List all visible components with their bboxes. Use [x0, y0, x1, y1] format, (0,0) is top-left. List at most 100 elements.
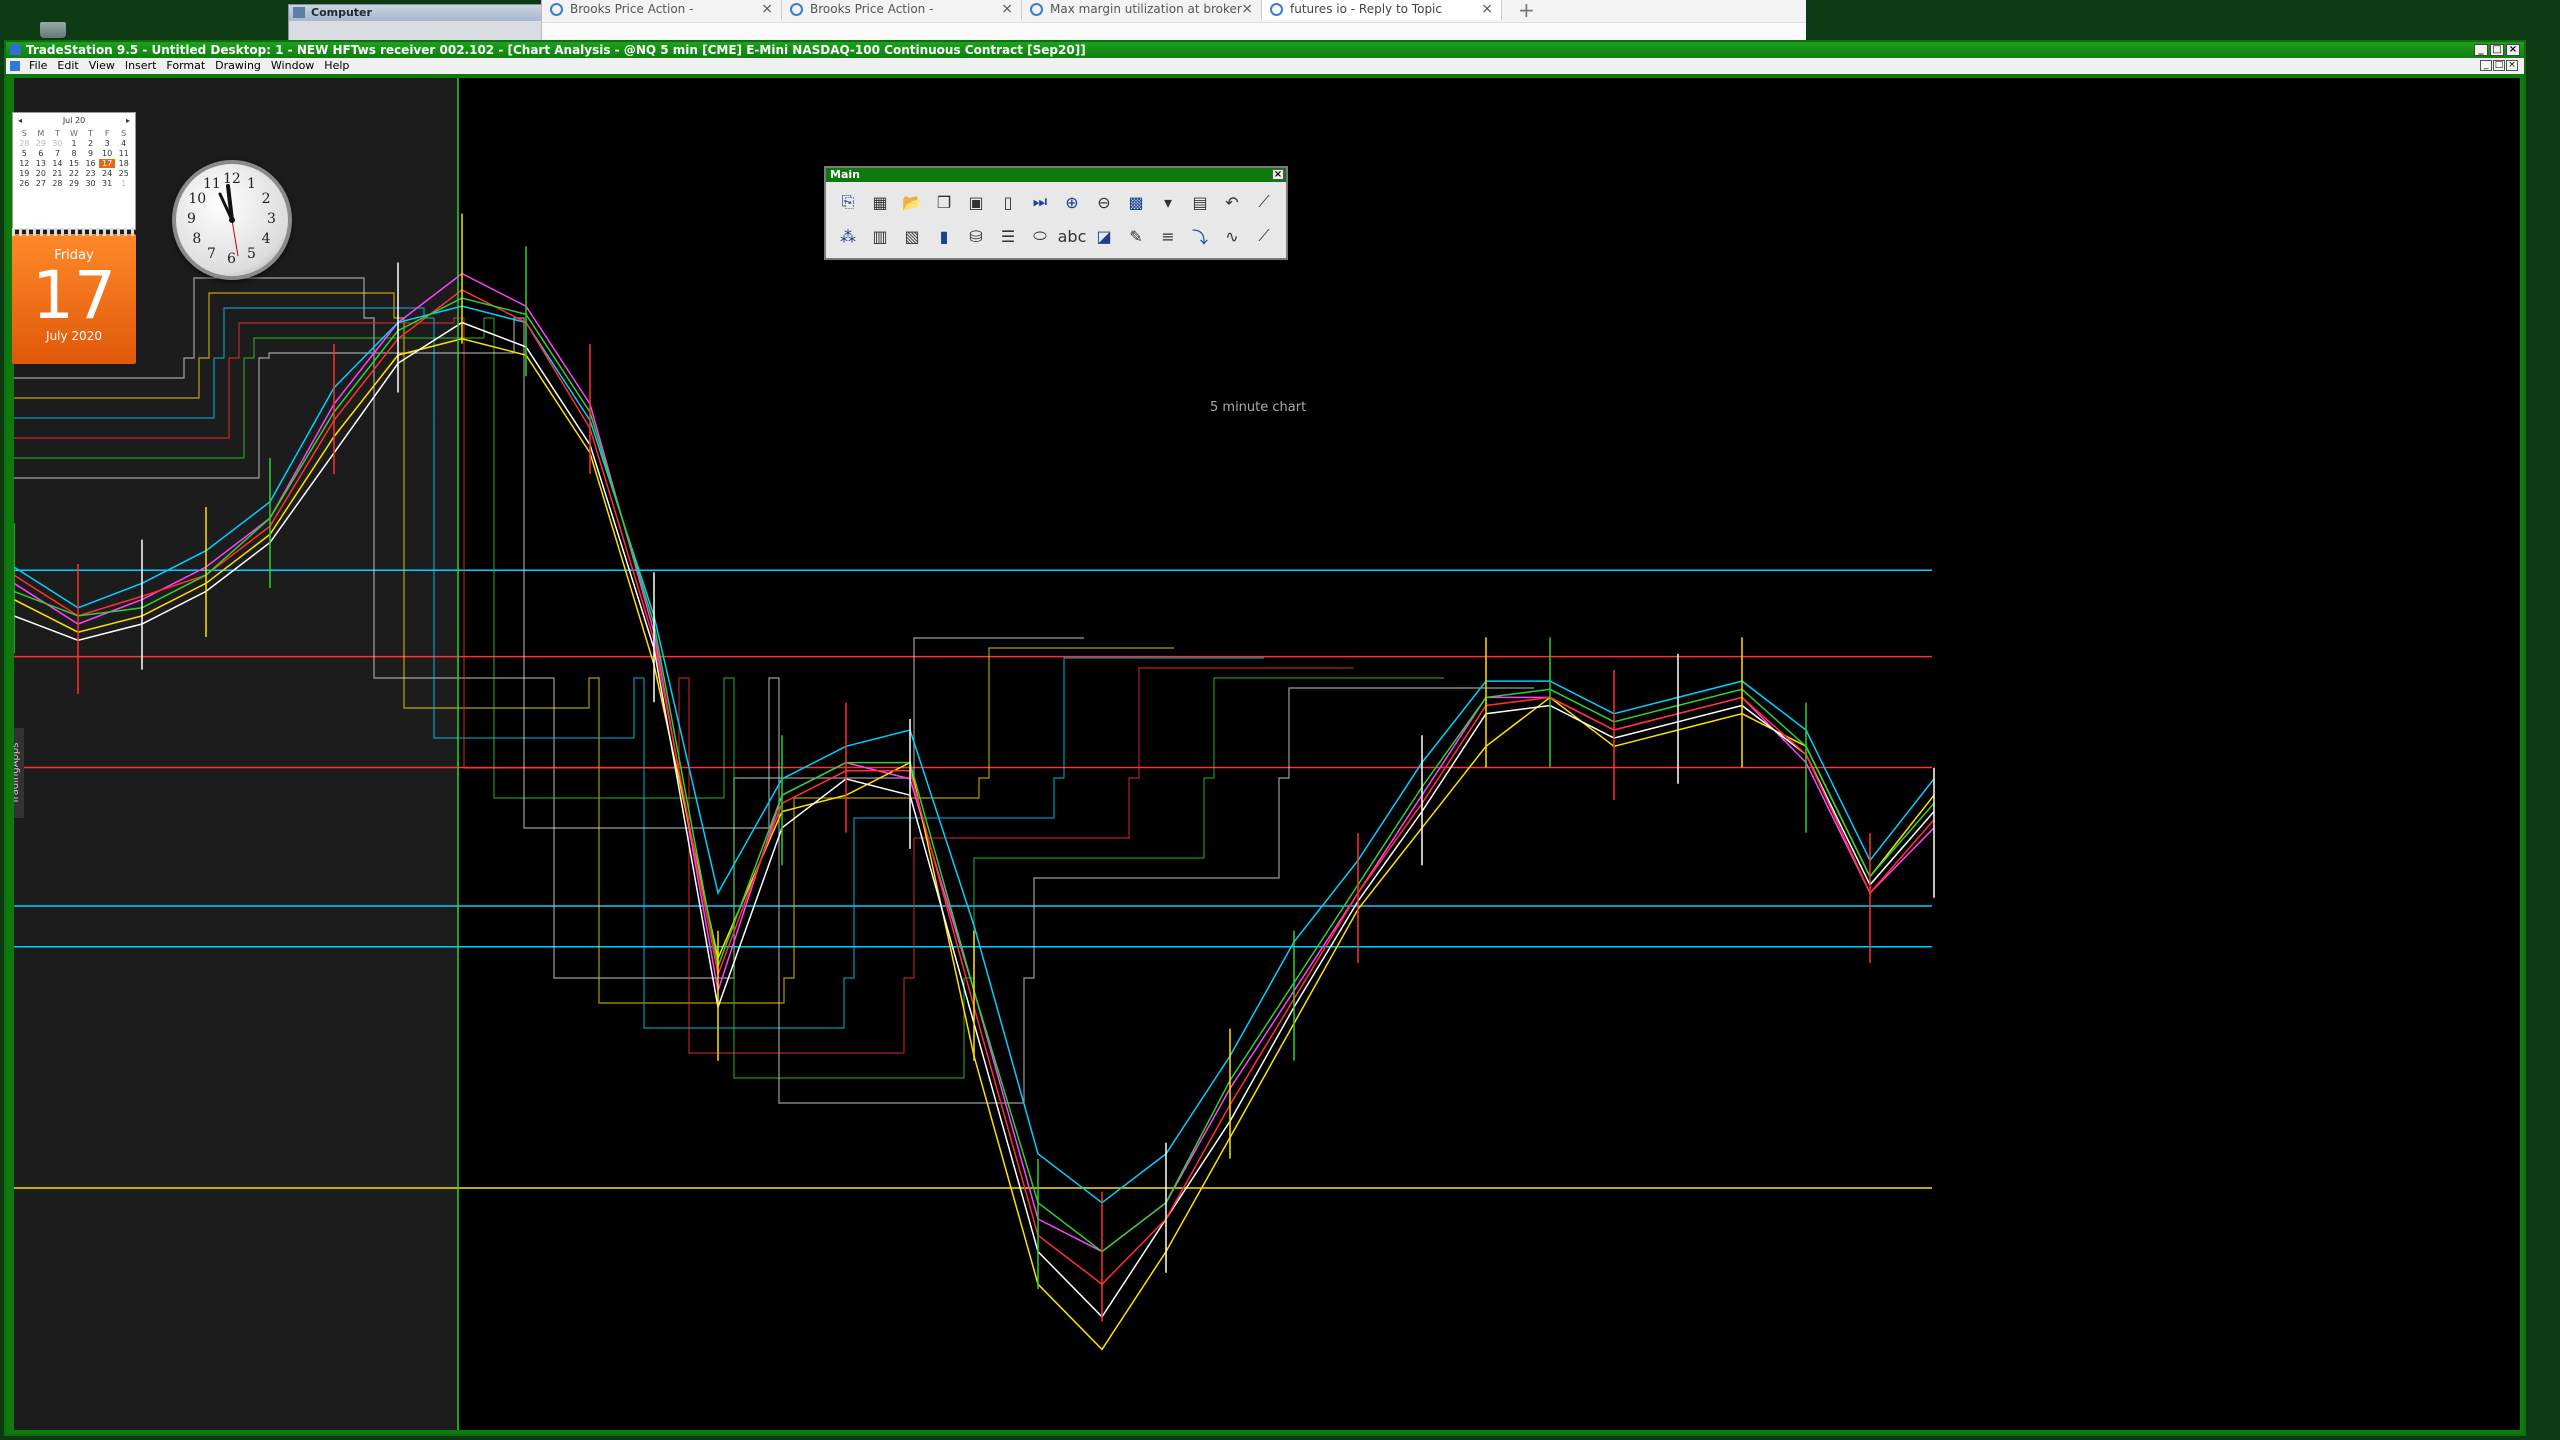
- price-series-line[interactable]: [14, 321, 1935, 1318]
- recycle-bin-icon[interactable]: [40, 22, 66, 38]
- new-tab-button[interactable]: +: [1518, 0, 1535, 22]
- maximize-button[interactable]: □: [2490, 44, 2504, 56]
- calendar-day-cell[interactable]: 23: [82, 169, 99, 178]
- indicator-icon[interactable]: ⁂: [834, 222, 862, 250]
- price-chart[interactable]: [14, 78, 2520, 1430]
- previous-month-icon[interactable]: ◂: [18, 113, 22, 129]
- computer-window[interactable]: Computer: [288, 4, 545, 42]
- calendar-day-cell[interactable]: 28: [49, 179, 66, 188]
- calendar-day-cell[interactable]: 26: [16, 179, 33, 188]
- calendar-day-cell[interactable]: 18: [115, 159, 132, 168]
- calendar-day-cell[interactable]: 22: [66, 169, 83, 178]
- document-icon[interactable]: [10, 61, 20, 71]
- price-series-line[interactable]: [14, 272, 1935, 1253]
- calendar-day-cell[interactable]: 30: [49, 139, 66, 148]
- wave-icon[interactable]: ∿: [1218, 222, 1246, 250]
- calendar-day-cell[interactable]: 30: [82, 179, 99, 188]
- calendar-day-cell[interactable]: 1: [66, 139, 83, 148]
- calendar-day-cell[interactable]: 19: [16, 169, 33, 178]
- fib-icon[interactable]: ⤵: [1186, 222, 1214, 250]
- calendar-day-cell[interactable]: 17: [98, 159, 116, 168]
- close-button[interactable]: ×: [2506, 44, 2520, 56]
- calendar-day-cell[interactable]: 31: [99, 179, 116, 188]
- calendar-day-cell[interactable]: 25: [115, 169, 132, 178]
- calendar-day-cell[interactable]: 24: [99, 169, 116, 178]
- child-restore-button[interactable]: □: [2493, 60, 2505, 71]
- address-bar[interactable]: [542, 22, 1806, 41]
- dropdown-arrow-icon[interactable]: ▾: [1154, 188, 1182, 216]
- pencil-icon[interactable]: ✎: [1122, 222, 1150, 250]
- close-tab-icon[interactable]: ×: [1241, 0, 1253, 18]
- gann-icon[interactable]: ⟋: [1250, 222, 1278, 250]
- menu-edit[interactable]: Edit: [52, 58, 83, 74]
- calendar-day-cell[interactable]: 1: [115, 179, 132, 188]
- undo-icon[interactable]: ↶: [1218, 188, 1246, 216]
- chart-area[interactable]: 5 minute chart TradingApps: [14, 78, 2520, 1430]
- lines-icon[interactable]: ☰: [994, 222, 1022, 250]
- calendar-day-cell[interactable]: 29: [66, 179, 83, 188]
- calendar-day-cell[interactable]: 9: [82, 149, 99, 158]
- calendar-day-cell[interactable]: 10: [99, 149, 116, 158]
- equal-lines-icon[interactable]: ≡: [1154, 222, 1182, 250]
- minimize-button[interactable]: _: [2474, 44, 2488, 56]
- toolbar-titlebar[interactable]: Main ×: [826, 168, 1286, 182]
- browser-tab[interactable]: Brooks Price Action - ×: [542, 0, 782, 20]
- calendar-day-cell[interactable]: 15: [66, 159, 83, 168]
- calendar-day-cell[interactable]: 16: [82, 159, 99, 168]
- price-series-line[interactable]: [14, 297, 1935, 1253]
- color-bar-icon[interactable]: ▮: [930, 222, 958, 250]
- child-minimize-button[interactable]: _: [2480, 60, 2492, 71]
- calendar-day-cell[interactable]: 28: [16, 139, 33, 148]
- price-series-line[interactable]: [14, 338, 1935, 1351]
- cascade-icon[interactable]: ❐: [930, 188, 958, 216]
- calendar-day-cell[interactable]: 8: [66, 149, 83, 158]
- ellipse-icon[interactable]: ⬭: [1026, 222, 1054, 250]
- zoom-in-icon[interactable]: ⊕: [1058, 188, 1086, 216]
- close-tab-icon[interactable]: ×: [1001, 0, 1013, 18]
- calendar-day-cell[interactable]: 13: [33, 159, 50, 168]
- tradingapps-tab[interactable]: TradingApps: [14, 728, 24, 818]
- zoom-out-icon[interactable]: ⊖: [1090, 188, 1118, 216]
- calendar-day-cell[interactable]: 14: [49, 159, 66, 168]
- new-window-icon[interactable]: ▦: [866, 188, 894, 216]
- calendar-day-cell[interactable]: 20: [33, 169, 50, 178]
- window-titlebar[interactable]: TradeStation 9.5 - Untitled Desktop: 1 -…: [6, 42, 2524, 58]
- trendline-icon[interactable]: ⟋: [1250, 188, 1278, 216]
- menu-help[interactable]: Help: [319, 58, 354, 74]
- browser-tab-active[interactable]: futures io - Reply to Topic ×: [1262, 0, 1502, 20]
- menu-window[interactable]: Window: [266, 58, 319, 74]
- next-month-icon[interactable]: ▸: [126, 113, 130, 129]
- text-tool-icon[interactable]: abc: [1058, 222, 1087, 250]
- strategy-icon[interactable]: ▥: [866, 222, 894, 250]
- menu-file[interactable]: File: [24, 58, 52, 74]
- save-icon[interactable]: ▣: [962, 188, 990, 216]
- calendar-day-cell[interactable]: 12: [16, 159, 33, 168]
- browser-tab[interactable]: Max margin utilization at broker ×: [1022, 0, 1262, 20]
- calendar-day-cell[interactable]: 3: [99, 139, 116, 148]
- calendar-day-cell[interactable]: 29: [33, 139, 50, 148]
- calendar-day-cell[interactable]: 6: [33, 149, 50, 158]
- calendar-day-cell[interactable]: 4: [115, 139, 132, 148]
- calendar-day-cell[interactable]: 27: [33, 179, 50, 188]
- properties-icon[interactable]: ▧: [898, 222, 926, 250]
- eraser-icon[interactable]: ◪: [1090, 222, 1118, 250]
- menu-insert[interactable]: Insert: [120, 58, 162, 74]
- menu-drawing[interactable]: Drawing: [210, 58, 266, 74]
- toolbar-close-button[interactable]: ×: [1272, 169, 1284, 180]
- close-tab-icon[interactable]: ×: [1481, 0, 1493, 18]
- calendar-day-cell[interactable]: 2: [82, 139, 99, 148]
- calendar-day-cell[interactable]: 7: [49, 149, 66, 158]
- menu-format[interactable]: Format: [161, 58, 210, 74]
- data-window-icon[interactable]: ▤: [1186, 188, 1214, 216]
- calendar-day-cell[interactable]: 5: [16, 149, 33, 158]
- clock-gadget[interactable]: 12 1 2 3 4 5 6 7 8 9 10 11: [172, 160, 292, 280]
- price-series-line[interactable]: [14, 305, 1935, 1204]
- calendar-gadget[interactable]: ◂ Jul 20 ▸ S M T W T F S 28 29 30 1 2 3 4 5 6 7 8 9 10 11 12 1…: [12, 112, 136, 367]
- open-folder-icon[interactable]: 📂: [898, 188, 926, 216]
- child-close-button[interactable]: ×: [2506, 60, 2518, 71]
- price-series-line[interactable]: [14, 289, 1935, 1286]
- main-toolbar[interactable]: Main × ⎘ ▦ 📂 ❐ ▣ ▯ ⏭ ⊕ ⊖ ▩ ▾ ▤ ↶ ⟋ ⁂ ▥ ▧…: [824, 166, 1288, 260]
- menu-view[interactable]: View: [84, 58, 120, 74]
- calendar-day-cell[interactable]: 11: [115, 149, 132, 158]
- browser-tab[interactable]: Brooks Price Action - ×: [782, 0, 1022, 20]
